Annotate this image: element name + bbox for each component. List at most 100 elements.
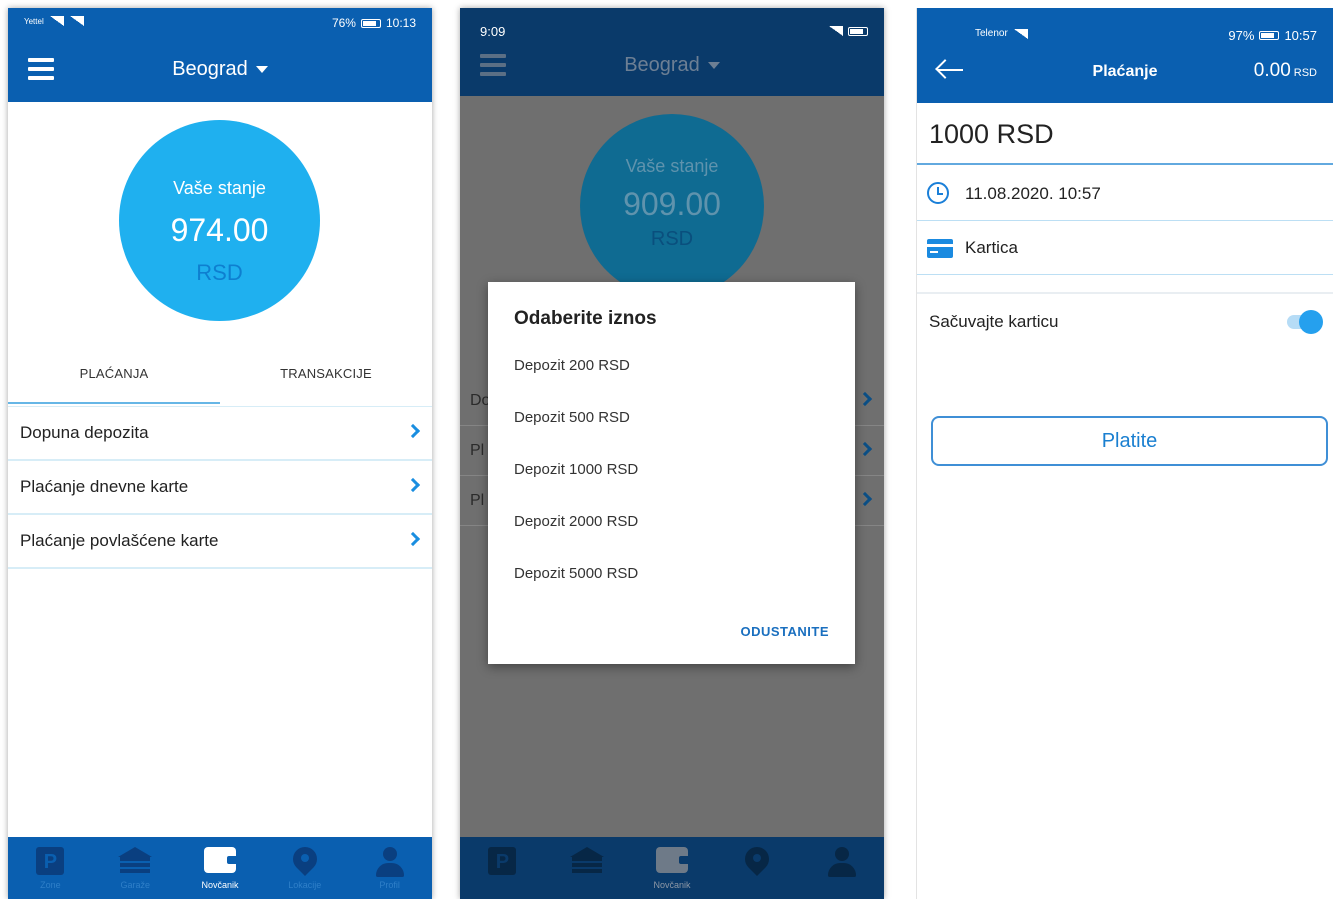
datetime-row: 11.08.2020. 10:57 <box>917 167 1333 221</box>
list-item[interactable]: Plaćanje dnevne karte <box>8 461 432 515</box>
parking-icon: P <box>488 847 517 875</box>
list-item-label: Plaćanje povlašćene karte <box>20 531 219 550</box>
city-label: Beograd <box>624 54 700 76</box>
app-bar: Telenor 97% 10:57 Plaćanje 0.00 RSD <box>917 8 1333 103</box>
tab-transactions[interactable]: TRANSAKCIJE <box>220 366 432 381</box>
wallet-icon <box>655 847 690 873</box>
user-icon <box>375 847 404 877</box>
balance-display: 0.00 RSD <box>1254 60 1317 82</box>
nav-item-profile[interactable]: Profil <box>347 837 432 899</box>
balance-label: Vaše stanje <box>173 178 266 198</box>
nav-label: Garaže <box>120 880 150 890</box>
city-selector[interactable]: Beograd <box>8 58 432 81</box>
payment-method-label: Kartica <box>965 238 1018 257</box>
app-bar: Yettel 76% 10:13 Beograd <box>8 8 432 102</box>
battery-percent: 97% <box>1228 28 1255 43</box>
amount-value: 1000 RSD <box>929 119 1054 149</box>
save-card-toggle[interactable] <box>1285 310 1323 334</box>
nav-item-locations[interactable]: Lokacije <box>262 837 347 899</box>
tab-payments[interactable]: PLAĆANJA <box>8 366 220 381</box>
chevron-right-icon <box>857 391 873 407</box>
nav-item-zones: P <box>460 837 545 899</box>
garage-icon <box>570 847 605 875</box>
chevron-right-icon <box>405 477 421 493</box>
tabs: PLAĆANJA TRANSAKCIJE <box>8 360 432 406</box>
deposit-option-5000[interactable]: Depozit 5000 RSD <box>514 565 638 582</box>
caret-down-icon <box>707 62 720 70</box>
screen-payment: Telenor 97% 10:57 Plaćanje 0.00 RSD 1000 R… <box>916 8 1333 899</box>
balance-currency: RSD <box>1293 67 1317 79</box>
balance-circle: Vaše stanje 909.00 RSD <box>580 114 764 298</box>
nav-label: Profil <box>379 880 400 890</box>
location-pin-icon <box>745 847 769 879</box>
datetime-value: 11.08.2020. 10:57 <box>965 184 1101 203</box>
city-selector: Beograd <box>460 54 884 77</box>
cancel-button[interactable]: ODUSTANITE <box>740 624 829 639</box>
bottom-nav: P Zone Garaže Novčanik Lokacije Profil <box>8 837 432 899</box>
deposit-option-500[interactable]: Depozit 500 RSD <box>514 409 630 426</box>
chevron-right-icon <box>857 491 873 507</box>
bottom-nav: P Novčanik <box>460 837 884 899</box>
city-label: Beograd <box>172 58 248 80</box>
tab-indicator <box>8 402 220 404</box>
battery-icon <box>360 18 381 28</box>
balance-amount: 909.00 <box>623 186 721 222</box>
nav-label: Zone <box>40 880 61 890</box>
deposit-option-1000[interactable]: Depozit 1000 RSD <box>514 461 638 478</box>
nav-label: Lokacije <box>288 880 322 890</box>
deposit-option-2000[interactable]: Depozit 2000 RSD <box>514 513 638 530</box>
clock-time: 10:57 <box>1284 28 1317 43</box>
clock-time: 10:13 <box>385 16 416 30</box>
nav-item-wallet: Novčanik <box>630 837 715 899</box>
balance-currency: RSD <box>196 260 243 285</box>
dialog-title: Odaberite iznos <box>514 308 657 329</box>
clock-time: 9:09 <box>480 24 506 39</box>
signal-icon <box>49 16 64 26</box>
chevron-right-icon <box>857 441 873 457</box>
payment-list: Dopuna depozita Plaćanje dnevne karte Pl… <box>8 406 432 569</box>
carrier-label: Yettel <box>24 16 44 26</box>
screen-deposit-dialog: 9:09 Beograd Vaše stanje 909.00 RSD Do P… <box>460 8 884 899</box>
app-bar: 9:09 Beograd <box>460 8 884 96</box>
pay-button[interactable]: Platite <box>931 416 1328 466</box>
balance-circle: Vaše stanje 974.00 RSD <box>119 120 320 321</box>
nav-item-locations <box>714 837 799 899</box>
parking-icon: P <box>36 847 65 875</box>
screen-wallet: Yettel 76% 10:13 Beograd Vaše stanje 974.… <box>8 8 432 899</box>
nav-item-garages <box>545 837 630 899</box>
save-card-row: Sačuvajte karticu <box>917 304 1333 344</box>
list-item[interactable]: Dopuna depozita <box>8 407 432 461</box>
nav-item-profile <box>799 837 884 899</box>
chevron-right-icon <box>405 423 421 439</box>
nav-label: Novčanik <box>201 880 239 890</box>
signal-icon <box>1013 28 1028 39</box>
balance-amount: 974.00 <box>170 212 269 248</box>
amount-field[interactable]: 1000 RSD <box>917 103 1333 165</box>
save-card-label: Sačuvajte karticu <box>929 312 1059 331</box>
garage-icon <box>118 847 153 875</box>
divider <box>917 292 1333 294</box>
deposit-option-200[interactable]: Depozit 200 RSD <box>514 357 630 374</box>
list-item[interactable]: Plaćanje povlašćene karte <box>8 515 432 569</box>
signal-icon <box>69 16 84 26</box>
nav-item-garages[interactable]: Garaže <box>93 837 178 899</box>
battery-percent: 76% <box>331 16 356 30</box>
location-pin-icon <box>293 847 317 879</box>
carrier-label: Telenor <box>975 28 1008 39</box>
amount-dialog: Odaberite iznos Depozit 200 RSD Depozit … <box>488 282 855 664</box>
caret-down-icon <box>255 66 268 74</box>
nav-label: Novčanik <box>653 880 691 890</box>
signal-icon <box>829 26 843 36</box>
balance-currency: RSD <box>650 228 694 250</box>
user-icon <box>827 847 856 877</box>
wallet-icon <box>203 847 238 873</box>
list-item-label: Pl <box>470 442 485 459</box>
credit-card-icon <box>927 239 953 258</box>
chevron-right-icon <box>405 531 421 547</box>
battery-icon <box>1259 31 1280 40</box>
payment-method-row[interactable]: Kartica <box>917 221 1333 275</box>
list-item-label: Dopuna depozita <box>20 423 149 442</box>
list-item-label: Pl <box>470 492 485 509</box>
nav-item-wallet[interactable]: Novčanik <box>178 837 263 899</box>
nav-item-zones[interactable]: P Zone <box>8 837 93 899</box>
